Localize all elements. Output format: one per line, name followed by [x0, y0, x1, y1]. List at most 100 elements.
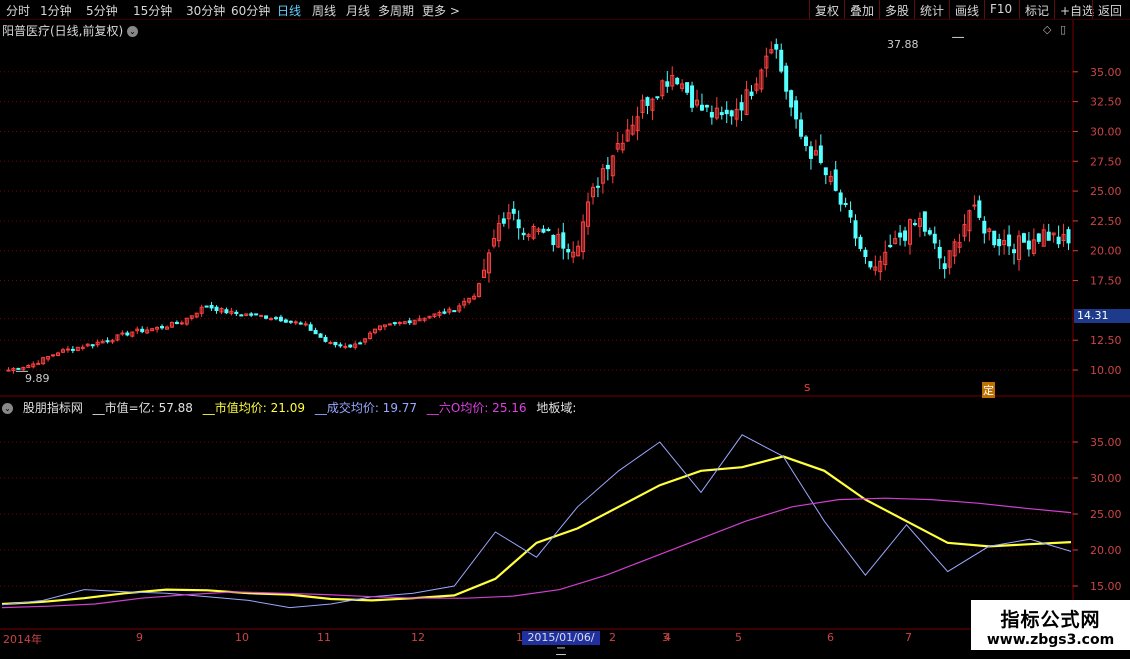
candle-body — [784, 65, 789, 92]
candle — [680, 79, 685, 92]
candle — [11, 367, 16, 374]
price-tick-label: 27.50 — [1090, 155, 1122, 168]
cursor-date-box: 2015/01/06/二 — [522, 631, 600, 658]
price-tick-label: 10.00 — [1090, 364, 1122, 377]
ding-marker[interactable]: 定 — [982, 382, 995, 398]
candle — [486, 249, 491, 283]
max-price-label: 37.88 — [887, 38, 919, 51]
candle — [239, 314, 244, 317]
candle — [447, 306, 452, 315]
candle — [70, 345, 75, 354]
candle-body — [749, 91, 754, 96]
price-tick-label: 32.50 — [1090, 96, 1122, 109]
candle — [313, 327, 318, 335]
current-price-tag: 14.31 — [1074, 309, 1130, 323]
candle-body — [675, 77, 680, 85]
candle-body — [269, 318, 274, 321]
indicator-name[interactable]: 股朋指标网 — [23, 401, 83, 415]
candle — [224, 307, 229, 315]
candle-body — [868, 261, 873, 268]
candle — [442, 308, 447, 315]
candle — [813, 139, 818, 156]
candle-body — [308, 324, 313, 331]
watermark-title: 指标公式网 — [1000, 609, 1101, 631]
candle — [759, 68, 764, 93]
candle — [491, 229, 496, 249]
candle-body — [729, 110, 734, 117]
candle-body — [70, 348, 75, 351]
candle — [293, 320, 298, 326]
legend-floor-zone: 地板域: — [536, 401, 577, 415]
candle-body — [818, 145, 823, 163]
candle — [566, 243, 571, 260]
candle-body — [605, 164, 610, 170]
candle-body — [823, 167, 828, 176]
chevron-down-icon[interactable]: ⌄ — [2, 403, 13, 414]
candle — [273, 316, 278, 321]
candle — [501, 212, 506, 227]
min-price-label: 9.89 — [25, 372, 50, 385]
candle — [348, 344, 353, 349]
candle — [244, 313, 249, 317]
candle-body — [392, 322, 397, 325]
candle — [174, 320, 179, 325]
candle — [328, 340, 333, 345]
candle-body — [105, 340, 110, 343]
candle-body — [293, 321, 298, 324]
candle — [526, 232, 531, 241]
candle — [987, 227, 992, 241]
candle — [46, 355, 51, 362]
candle — [254, 313, 259, 316]
candle — [908, 218, 913, 255]
indicator-tick-label: 30.00 — [1090, 472, 1122, 485]
candle — [997, 233, 1002, 256]
candle-body — [303, 323, 308, 326]
candle — [85, 343, 90, 348]
candle-body — [160, 325, 165, 329]
candle-body — [982, 220, 987, 234]
candle — [506, 203, 511, 229]
candle — [209, 301, 214, 311]
candle — [927, 227, 932, 236]
candle — [249, 311, 254, 318]
candle — [269, 317, 274, 321]
candle-body — [333, 341, 338, 346]
s-marker[interactable]: S — [804, 383, 810, 394]
candle — [1066, 226, 1071, 250]
candle-body — [298, 322, 303, 325]
candle — [298, 321, 303, 325]
candle — [427, 315, 432, 319]
candle-body — [724, 109, 729, 115]
candle — [6, 367, 11, 372]
candle — [690, 81, 695, 113]
candle-body — [204, 305, 209, 308]
candle — [259, 314, 264, 317]
candle — [36, 360, 41, 365]
candle — [437, 310, 442, 318]
candle — [1051, 232, 1056, 243]
kline-chart[interactable]: 35.00 32.50 30.00 27.50 25.00 22.50 20.00 17.50… — [0, 0, 1130, 650]
candle — [595, 177, 600, 198]
candle — [219, 307, 224, 315]
candle — [799, 112, 804, 140]
candle — [729, 109, 734, 125]
candle-body — [323, 336, 328, 342]
grid-lines — [0, 71, 1073, 587]
candle — [551, 234, 556, 252]
candle-body — [249, 313, 254, 316]
candle-body — [501, 218, 506, 224]
candle-body — [179, 322, 184, 325]
candle — [214, 305, 219, 314]
candle — [789, 89, 794, 117]
candle — [704, 104, 709, 112]
candle-body — [922, 211, 927, 232]
candle — [338, 342, 343, 348]
candle — [883, 240, 888, 271]
candle — [784, 62, 789, 100]
candle — [1056, 225, 1061, 249]
candle — [75, 346, 80, 352]
candle — [51, 354, 56, 358]
candle — [194, 312, 199, 319]
candle — [699, 93, 704, 112]
xaxis-label: 12 — [411, 631, 425, 644]
